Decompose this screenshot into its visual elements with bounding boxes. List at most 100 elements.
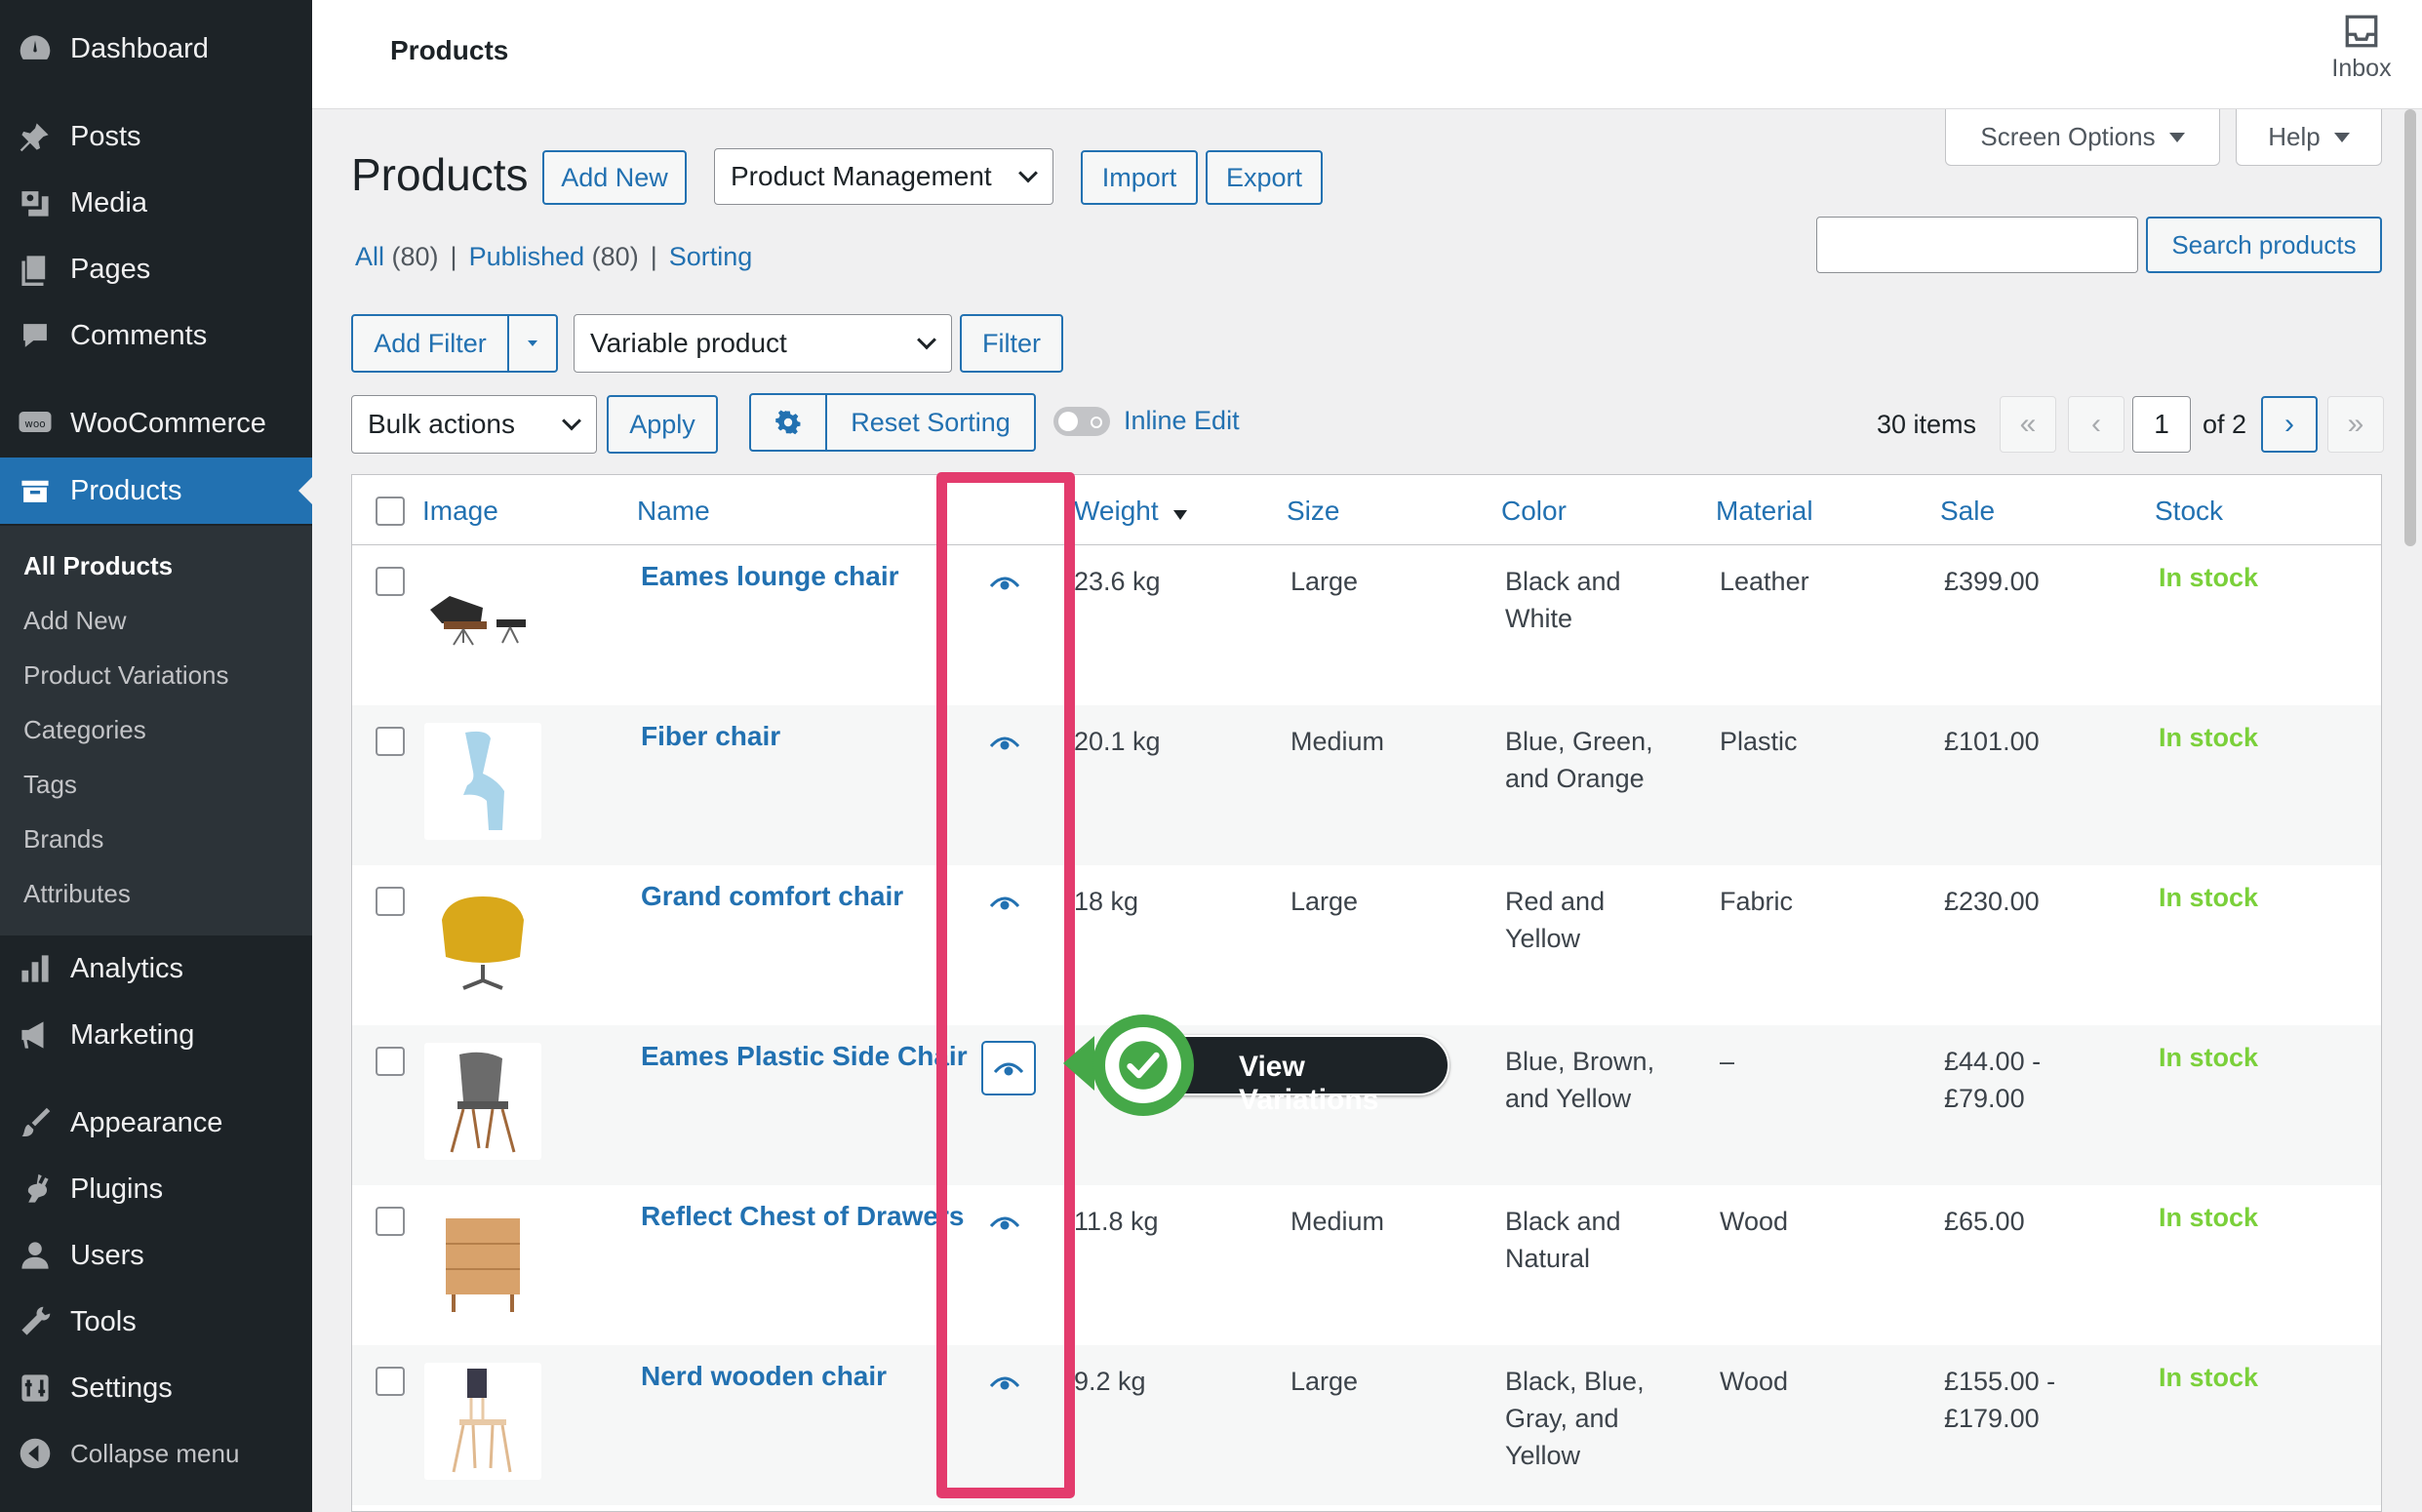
- sidebar-item-pages[interactable]: Pages: [0, 240, 312, 298]
- color-cell: Black, Blue, Gray, and Yellow: [1505, 1363, 1645, 1474]
- product-name-link[interactable]: Eames lounge chair: [641, 561, 899, 592]
- color-cell: Blue, Brown, and Yellow: [1505, 1043, 1654, 1117]
- sort-settings-button[interactable]: [749, 393, 827, 452]
- sidebar-item-products[interactable]: Products: [0, 458, 312, 524]
- apply-button[interactable]: Apply: [607, 395, 718, 454]
- prev-page-button[interactable]: ‹: [2068, 396, 2124, 453]
- column-name[interactable]: Name: [637, 496, 710, 527]
- sidebar-item-analytics[interactable]: Analytics: [0, 939, 312, 998]
- material-cell: Wood: [1720, 1207, 1789, 1236]
- search-input[interactable]: [1816, 217, 2138, 273]
- row-checkbox[interactable]: [376, 567, 405, 596]
- row-checkbox[interactable]: [376, 727, 405, 756]
- product-name-link[interactable]: Eames Plastic Side Chair: [641, 1041, 968, 1072]
- sale-cell: £399.00: [1944, 567, 2040, 596]
- eye-icon: [994, 1062, 1023, 1076]
- eye-icon[interactable]: [990, 735, 1019, 750]
- weight-cell: 9.2 kg: [1074, 1367, 1146, 1396]
- column-sale[interactable]: Sale: [1940, 496, 1995, 527]
- sidebar-item-media[interactable]: Media: [0, 174, 312, 232]
- product-name-link[interactable]: Reflect Chest of Drawers: [641, 1201, 964, 1232]
- last-page-button[interactable]: »: [2327, 396, 2384, 453]
- column-color[interactable]: Color: [1501, 496, 1567, 527]
- eye-icon[interactable]: [990, 575, 1019, 590]
- sidebar-item-woocommerce[interactable]: woo WooCommerce: [0, 394, 312, 453]
- submenu-add-new[interactable]: Add New: [23, 606, 127, 636]
- sidebar-item-posts[interactable]: Posts: [0, 107, 312, 166]
- sidebar-item-users[interactable]: Users: [0, 1226, 312, 1285]
- sidebar-item-label: WooCommerce: [70, 407, 266, 439]
- view-all-link[interactable]: All: [355, 242, 384, 271]
- inbox-icon: [2345, 15, 2378, 48]
- add-new-button[interactable]: Add New: [542, 150, 687, 205]
- triangle-down-icon: [2333, 132, 2350, 142]
- column-weight[interactable]: Weight: [1074, 496, 1188, 527]
- row-checkbox[interactable]: [376, 887, 405, 916]
- sidebar-item-label: Media: [70, 186, 147, 219]
- sidebar-item-settings[interactable]: Settings: [0, 1359, 312, 1417]
- eye-icon[interactable]: [990, 1374, 1019, 1390]
- product-thumbnail[interactable]: [424, 723, 541, 840]
- eye-icon[interactable]: [990, 895, 1019, 910]
- product-thumbnail[interactable]: [424, 563, 541, 680]
- first-page-button[interactable]: «: [2000, 396, 2056, 453]
- bulk-actions-select[interactable]: Bulk actions: [351, 395, 597, 454]
- add-filter-button[interactable]: Add Filter: [351, 314, 509, 373]
- eye-icon[interactable]: [990, 1214, 1019, 1230]
- export-button[interactable]: Export: [1206, 150, 1323, 205]
- submenu-tags[interactable]: Tags: [23, 770, 77, 800]
- view-published-link[interactable]: Published: [469, 242, 585, 271]
- product-name-link[interactable]: Fiber chair: [641, 721, 780, 752]
- sidebar-item-plugins[interactable]: Plugins: [0, 1160, 312, 1218]
- stock-status: In stock: [2159, 1043, 2259, 1072]
- submenu-attributes[interactable]: Attributes: [23, 879, 131, 909]
- submenu-brands[interactable]: Brands: [23, 824, 103, 855]
- column-size[interactable]: Size: [1287, 496, 1339, 527]
- reset-sorting-button[interactable]: Reset Sorting: [825, 393, 1036, 452]
- column-material[interactable]: Material: [1716, 496, 1813, 527]
- submenu-product-variations[interactable]: Product Variations: [23, 660, 229, 691]
- current-page-input[interactable]: 1: [2132, 396, 2191, 453]
- next-page-button[interactable]: ›: [2261, 396, 2318, 453]
- product-management-select[interactable]: Product Management: [714, 148, 1053, 205]
- submenu-categories[interactable]: Categories: [23, 715, 146, 745]
- scrollbar[interactable]: [2399, 109, 2422, 1512]
- product-thumbnail[interactable]: [424, 1043, 541, 1160]
- column-stock[interactable]: Stock: [2155, 496, 2223, 527]
- product-thumbnail[interactable]: [424, 1363, 541, 1480]
- import-button[interactable]: Import: [1081, 150, 1198, 205]
- inbox-button[interactable]: Inbox: [2323, 14, 2401, 83]
- select-all-checkbox[interactable]: [376, 497, 405, 526]
- sidebar-item-marketing[interactable]: Marketing: [0, 1006, 312, 1064]
- screen-options-button[interactable]: Screen Options: [1945, 109, 2220, 166]
- row-checkbox[interactable]: [376, 1047, 405, 1076]
- wrench-icon: [18, 1304, 53, 1339]
- stock-status: In stock: [2159, 563, 2259, 592]
- scrollbar-thumb[interactable]: [2404, 109, 2416, 546]
- search-products-button[interactable]: Search products: [2146, 217, 2382, 273]
- product-type-select[interactable]: Variable product: [574, 314, 952, 373]
- product-thumbnail[interactable]: [424, 883, 541, 1000]
- add-filter-dropdown[interactable]: [507, 314, 558, 373]
- sidebar-item-dashboard[interactable]: Dashboard: [0, 20, 312, 78]
- product-name-link[interactable]: Nerd wooden chair: [641, 1361, 887, 1392]
- product-thumbnail[interactable]: [424, 1203, 541, 1320]
- column-image[interactable]: Image: [422, 496, 498, 527]
- inline-edit-toggle[interactable]: Inline Edit: [1053, 406, 1240, 436]
- help-button[interactable]: Help: [2236, 109, 2382, 166]
- sidebar-item-tools[interactable]: Tools: [0, 1293, 312, 1351]
- view-sorting-link[interactable]: Sorting: [669, 242, 753, 272]
- sidebar-item-comments[interactable]: Comments: [0, 306, 312, 365]
- view-variations-button[interactable]: [981, 1041, 1036, 1095]
- submenu-all-products[interactable]: All Products: [23, 551, 173, 581]
- table-row: Eames lounge chair 23.6 kg Large Black a…: [352, 545, 2381, 705]
- row-checkbox[interactable]: [376, 1367, 405, 1396]
- toggle-switch[interactable]: [1053, 406, 1110, 436]
- filter-button[interactable]: Filter: [960, 314, 1063, 373]
- product-name-link[interactable]: Grand comfort chair: [641, 881, 903, 912]
- view-all[interactable]: All (80): [355, 242, 439, 272]
- collapse-menu-button[interactable]: Collapse menu: [0, 1424, 312, 1483]
- sidebar-item-appearance[interactable]: Appearance: [0, 1094, 312, 1152]
- row-checkbox[interactable]: [376, 1207, 405, 1236]
- view-published[interactable]: Published (80): [469, 242, 639, 272]
